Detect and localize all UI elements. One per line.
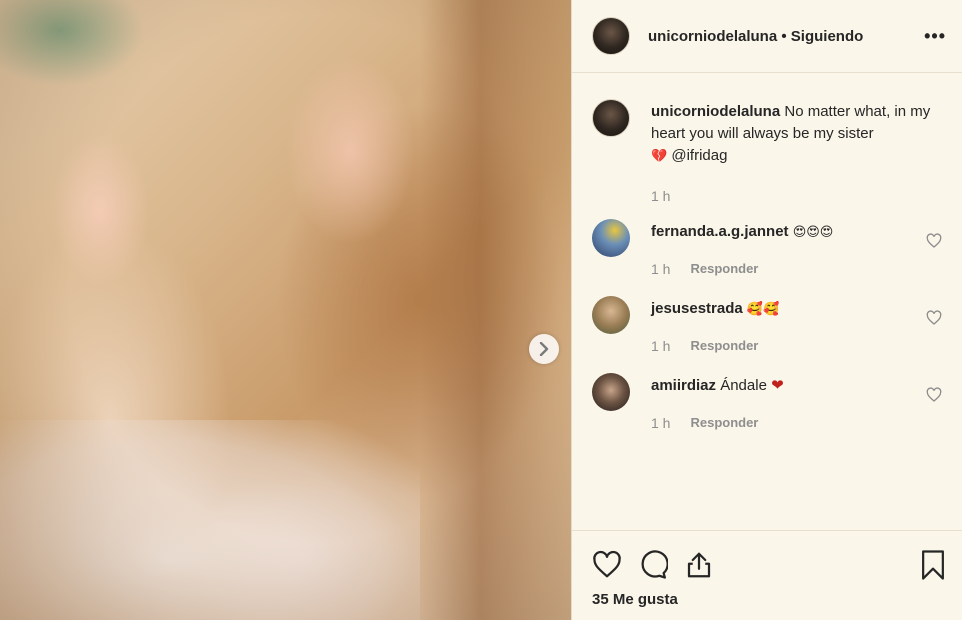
comment-bubble-icon[interactable] <box>638 550 668 580</box>
caption-username[interactable]: unicorniodelaluna <box>651 103 780 120</box>
likes-count[interactable]: 35 Me gusta <box>572 587 962 612</box>
post-side-panel: unicorniodelaluna • Siguiendo ••• unicor… <box>571 0 962 620</box>
next-photo-button[interactable] <box>529 334 559 364</box>
comment-body: fernanda.a.g.jannet 😍😍😍 1 h Responder <box>651 221 933 280</box>
comment-item: fernanda.a.g.jannet 😍😍😍 1 h Responder <box>592 219 942 280</box>
comment-body: amiirdiaz Ándale ❤ 1 h Responder <box>651 375 933 434</box>
comment-username[interactable]: amiirdiaz <box>651 377 716 394</box>
comment-text: 😍😍😍 <box>792 224 834 239</box>
comment-item: amiirdiaz Ándale ❤ 1 h Responder <box>592 373 942 434</box>
comment-body: jesusestrada 🥰🥰 1 h Responder <box>651 298 933 357</box>
reply-button[interactable]: Responder <box>690 335 758 357</box>
post-photo[interactable] <box>0 0 571 620</box>
photo-vignette <box>0 0 571 620</box>
comment-username[interactable]: fernanda.a.g.jannet <box>651 223 789 240</box>
comment-time[interactable]: 1 h <box>651 258 670 280</box>
comment-text: Ándale <box>720 377 767 394</box>
post-actions-bar <box>572 531 962 587</box>
follow-status[interactable]: • Siguiendo <box>781 28 863 45</box>
comment-avatar[interactable] <box>592 296 630 334</box>
owner-username[interactable]: unicorniodelaluna <box>648 28 777 45</box>
caption-time[interactable]: 1 h <box>651 185 670 207</box>
like-comment-heart-icon[interactable] <box>926 310 942 326</box>
comment-username[interactable]: jesusestrada <box>651 300 743 317</box>
owner-avatar[interactable] <box>592 17 630 55</box>
share-icon[interactable] <box>684 550 714 580</box>
red-heart-emoji: ❤ <box>771 377 784 394</box>
post-header-user: unicorniodelaluna • Siguiendo <box>648 28 863 45</box>
more-options-icon[interactable]: ••• <box>924 26 946 47</box>
comment-time[interactable]: 1 h <box>651 335 670 357</box>
post-header: unicorniodelaluna • Siguiendo ••• <box>572 0 962 73</box>
comments-list: unicorniodelaluna No matter what, in my … <box>572 73 962 531</box>
comment-item: jesusestrada 🥰🥰 1 h Responder <box>592 296 942 357</box>
comment-time[interactable]: 1 h <box>651 412 670 434</box>
chevron-right-icon <box>539 342 549 356</box>
caption-mention[interactable]: @ifridag <box>671 147 727 164</box>
like-comment-heart-icon[interactable] <box>926 233 942 249</box>
comment-avatar[interactable] <box>592 373 630 411</box>
reply-button[interactable]: Responder <box>690 412 758 434</box>
like-heart-icon[interactable] <box>592 550 622 580</box>
save-bookmark-icon[interactable] <box>920 549 946 581</box>
reply-button[interactable]: Responder <box>690 258 758 280</box>
comment-text: 🥰🥰 <box>746 301 780 316</box>
caption-avatar[interactable] <box>592 99 630 137</box>
caption-body: unicorniodelaluna No matter what, in my … <box>651 101 933 207</box>
broken-heart-emoji: 💔 <box>651 148 668 163</box>
like-comment-heart-icon[interactable] <box>926 387 942 403</box>
comment-avatar[interactable] <box>592 219 630 257</box>
caption-comment: unicorniodelaluna No matter what, in my … <box>592 99 942 207</box>
